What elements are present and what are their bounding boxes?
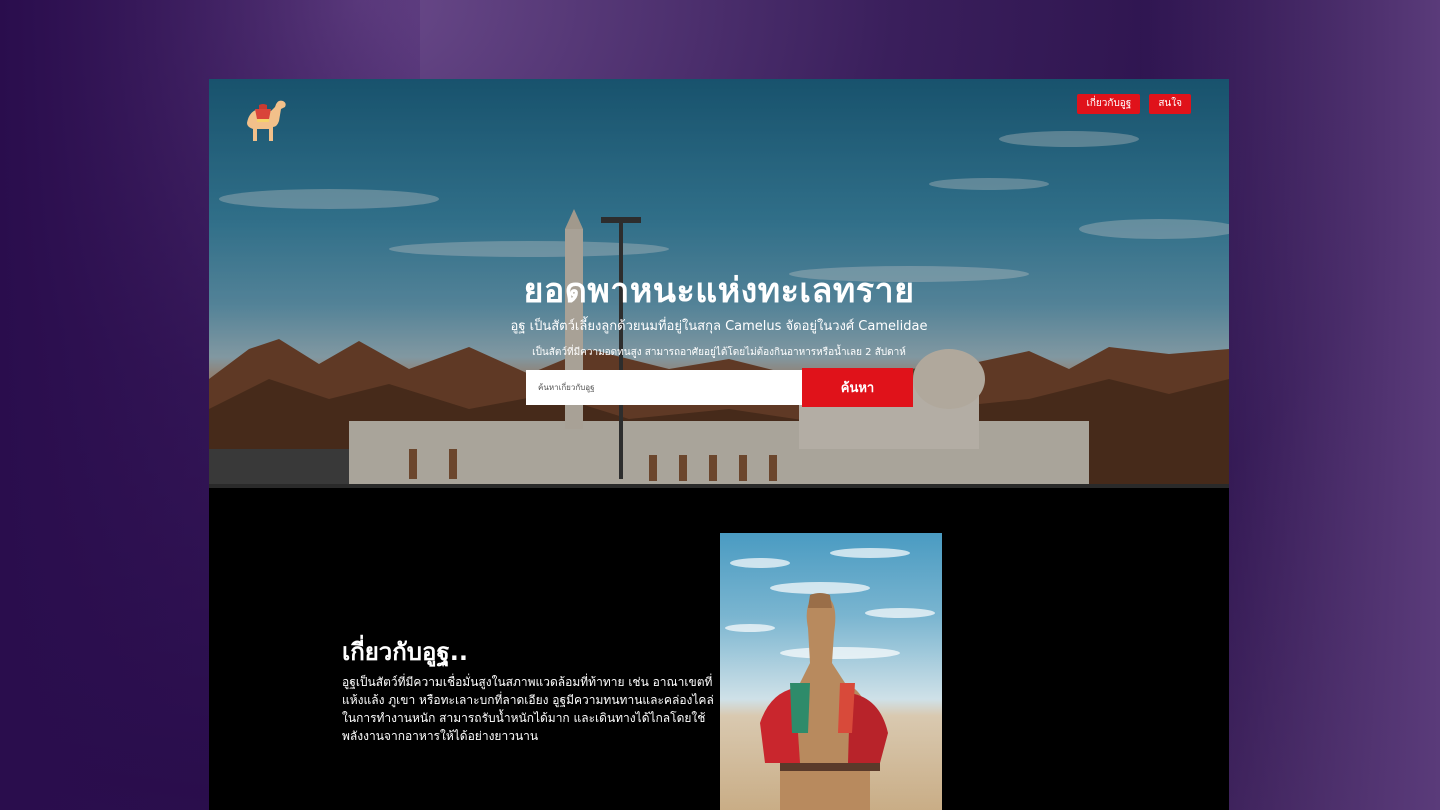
hero-divider bbox=[209, 484, 1229, 488]
search-input[interactable] bbox=[526, 370, 802, 405]
hero-section: เกี่ยวกับอูฐ สนใจ ยอดพาหนะแห่งทะเลทราย อ… bbox=[209, 79, 1229, 488]
about-title: เกี่ยวกับอูฐ.. bbox=[342, 638, 468, 666]
search-button[interactable]: ค้นหา bbox=[802, 368, 913, 407]
hero-title: ยอดพาหนะแห่งทะเลทราย bbox=[523, 271, 915, 311]
camel-photo bbox=[720, 533, 942, 810]
top-nav: เกี่ยวกับอูฐ สนใจ bbox=[1077, 94, 1191, 114]
search-bar: ค้นหา bbox=[526, 368, 913, 407]
nav-button-interested[interactable]: สนใจ bbox=[1149, 94, 1191, 114]
about-text: อูฐเป็นสัตว์ที่มีความเชื่อมั่นสูงในสภาพแ… bbox=[342, 675, 714, 743]
website-frame: เกี่ยวกับอูฐ สนใจ ยอดพาหนะแห่งทะเลทราย อ… bbox=[209, 79, 1229, 810]
hero-description: เป็นสัตว์ที่มีความอดทนสูง สามารถอาศัยอยู… bbox=[532, 347, 906, 358]
hero-subtitle: อูฐ เป็นสัตว์เลี้ยงลูกด้วยนมที่อยู่ในสกุ… bbox=[510, 319, 928, 334]
camel-logo-icon[interactable] bbox=[241, 97, 291, 143]
nav-button-about-camel[interactable]: เกี่ยวกับอูฐ bbox=[1077, 94, 1141, 114]
